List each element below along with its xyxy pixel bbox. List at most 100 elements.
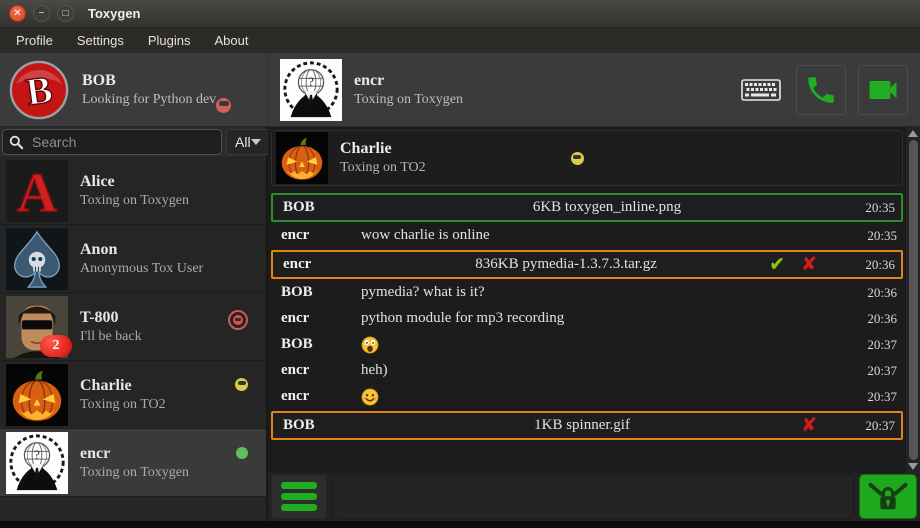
accept-file-button[interactable]: ✔ <box>769 255 785 274</box>
svg-text:?: ? <box>34 448 40 462</box>
window-bottom-edge <box>0 521 920 528</box>
contact-filter-dropdown[interactable]: All <box>226 129 270 155</box>
chevron-down-icon <box>251 139 261 145</box>
chat-scrollbar[interactable] <box>905 127 920 473</box>
contact-list-item[interactable]: T-800 I'll be back 2 <box>0 293 266 361</box>
close-window-button[interactable]: ✕ <box>9 5 26 22</box>
contact-status-message: I'll be back <box>80 329 228 345</box>
message-sender: BOB <box>275 284 361 301</box>
contact-name: Alice <box>80 173 248 191</box>
search-input[interactable] <box>30 133 215 151</box>
video-camera-icon <box>865 72 901 108</box>
pumpkin-avatar-image <box>276 132 328 184</box>
self-avatar: B <box>8 59 70 121</box>
file-actions: ✔✘ <box>769 255 817 274</box>
toxygen-window: ✕ − □ Toxygen Profile Settings Plugins A… <box>0 0 920 528</box>
message-row: encr python module for mp3 recording 20:… <box>271 306 903 332</box>
window-title: Toxygen <box>88 6 141 21</box>
message-sender: BOB <box>275 336 361 353</box>
contact-name: T-800 <box>80 309 228 327</box>
file-transfer-row: BOB 1KB spinner.gif ✘ 20:37 <box>271 411 903 440</box>
self-name: BOB <box>82 72 244 90</box>
message-time: 20:35 <box>851 200 897 216</box>
hamburger-icon <box>281 482 317 489</box>
search-icon <box>9 135 24 150</box>
message-sender: encr <box>275 310 361 327</box>
header: B BOB Looking for Python dev… ? encr Tox… <box>0 53 920 127</box>
composer <box>268 473 920 521</box>
contact-name: Charlie <box>80 377 235 395</box>
message-time: 20:37 <box>853 389 899 405</box>
contact-status-icon <box>236 447 248 459</box>
message-row: encr wow charlie is online 20:35 <box>271 223 903 249</box>
typing-notification-button[interactable] <box>738 65 784 115</box>
alice-avatar-image: A <box>6 160 68 222</box>
spade-skull-avatar-image <box>6 228 68 290</box>
peer-avatar: ? <box>280 59 342 121</box>
message-time: 20:35 <box>853 228 899 244</box>
unread-count-badge: 2 <box>40 335 72 357</box>
peer-status-message: Toxing on Toxygen <box>354 92 738 108</box>
video-call-button[interactable] <box>858 65 908 115</box>
message-text: 1KB spinner.gif <box>363 417 801 434</box>
scroll-up-arrow-icon[interactable] <box>908 130 918 137</box>
banner-avatar <box>276 132 328 184</box>
attachments-menu-button[interactable] <box>271 474 327 519</box>
contact-avatar <box>6 228 68 290</box>
decline-file-button[interactable]: ✘ <box>801 416 817 435</box>
message-row: BOB pymedia? what is it? 20:36 <box>271 280 903 306</box>
contact-status-message: Toxing on Toxygen <box>80 465 236 481</box>
audio-call-button[interactable] <box>796 65 846 115</box>
peer-name: encr <box>354 72 738 90</box>
menu-plugins[interactable]: Plugins <box>138 30 201 51</box>
minimize-window-button[interactable]: − <box>33 5 50 22</box>
contact-status-message: Toxing on TO2 <box>80 397 235 413</box>
self-busy-status-icon[interactable] <box>216 98 231 113</box>
keyboard-icon <box>741 79 781 101</box>
menu-profile[interactable]: Profile <box>6 30 63 51</box>
menu-settings[interactable]: Settings <box>67 30 134 51</box>
contact-status-icon <box>228 310 248 330</box>
message-text: heh) <box>361 362 853 379</box>
sidebar: All A Alice Toxing on Toxygen Anon Anony… <box>0 127 268 521</box>
pumpkin-avatar-image <box>6 364 68 426</box>
menubar: Profile Settings Plugins About <box>0 28 920 53</box>
contact-list-item[interactable]: Charlie Toxing on TO2 <box>0 361 266 429</box>
contact-list-item[interactable]: A Alice Toxing on Toxygen <box>0 157 266 225</box>
svg-text:?: ? <box>308 75 314 89</box>
contact-avatar: ? <box>6 432 68 494</box>
send-lock-icon <box>865 480 911 514</box>
menu-about[interactable]: About <box>204 30 258 51</box>
message-sender: encr <box>275 388 361 405</box>
message-time: 20:36 <box>853 311 899 327</box>
message-text: 836KB pymedia-1.3.7.3.tar.gz <box>363 256 769 273</box>
message-text <box>361 388 853 406</box>
shocked-face-smiley <box>361 336 379 354</box>
contact-name: encr <box>80 445 236 463</box>
decline-file-button[interactable]: ✘ <box>801 255 817 274</box>
message-input[interactable] <box>332 474 854 519</box>
message-time: 20:37 <box>853 337 899 353</box>
maximize-window-button[interactable]: □ <box>57 5 74 22</box>
banner-away-status-icon <box>571 152 584 165</box>
message-sender: BOB <box>277 417 363 434</box>
send-message-button[interactable] <box>859 474 917 519</box>
phone-icon <box>804 73 838 107</box>
message-time: 20:36 <box>851 257 897 273</box>
banner-status-message: Toxing on TO2 <box>340 160 426 176</box>
contact-status-message: Anonymous Tox User <box>80 261 248 277</box>
search-box[interactable] <box>2 129 222 155</box>
contact-avatar: A <box>6 160 68 222</box>
self-profile-block[interactable]: B BOB Looking for Python dev… <box>0 53 268 126</box>
contact-status-message: Toxing on Toxygen <box>80 193 248 209</box>
contact-list-item[interactable]: ? encr Toxing on Toxygen <box>0 429 266 497</box>
contact-filter-value: All <box>235 134 251 150</box>
scrollbar-thumb[interactable] <box>909 140 918 460</box>
scroll-down-arrow-icon[interactable] <box>908 463 918 470</box>
contact-list-item[interactable]: Anon Anonymous Tox User <box>0 225 266 293</box>
message-sender: BOB <box>277 199 363 216</box>
svg-text:A: A <box>17 162 58 222</box>
message-time: 20:37 <box>853 363 899 379</box>
anonymous-avatar-image: ? <box>6 432 68 494</box>
file-actions: ✘ <box>801 416 817 435</box>
